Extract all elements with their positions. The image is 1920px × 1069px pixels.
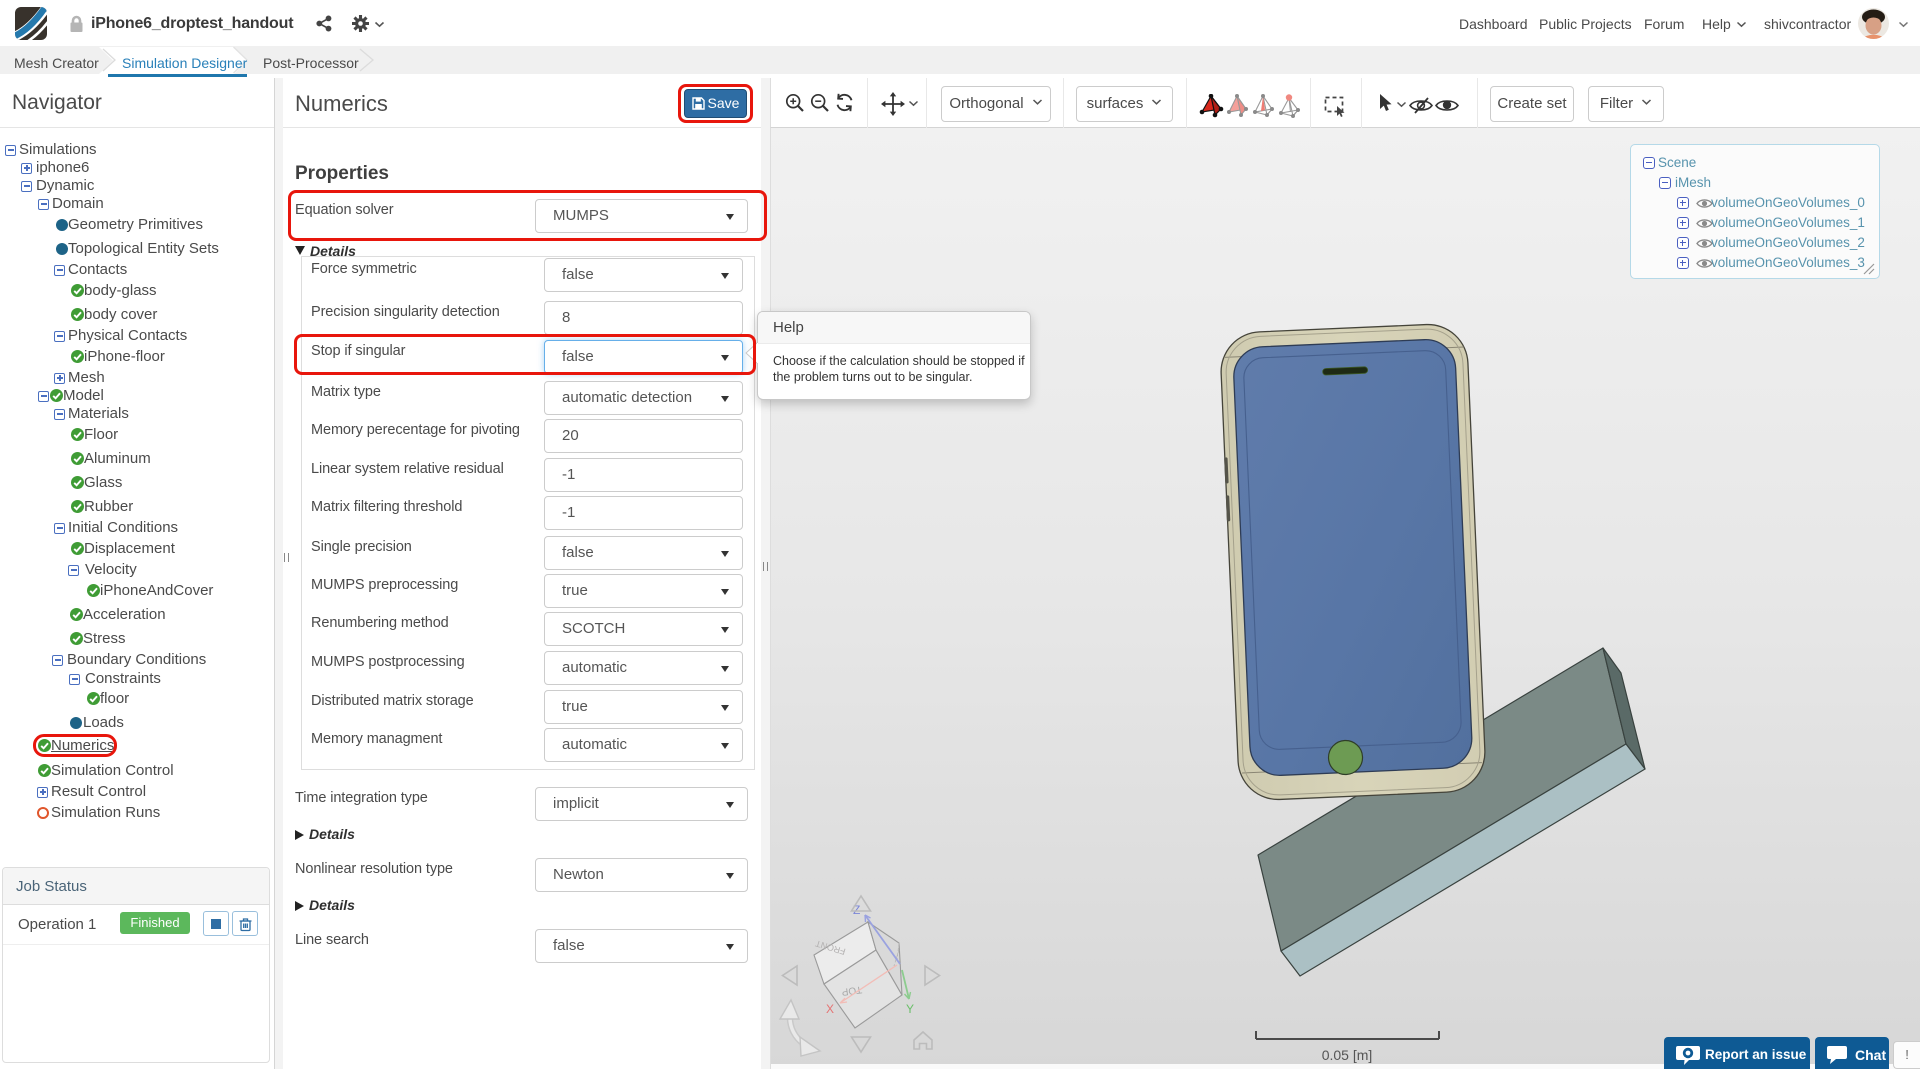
svg-text:X: X [826, 1002, 834, 1016]
svg-text:Z: Z [853, 903, 860, 917]
svg-text:Y: Y [906, 1002, 914, 1016]
